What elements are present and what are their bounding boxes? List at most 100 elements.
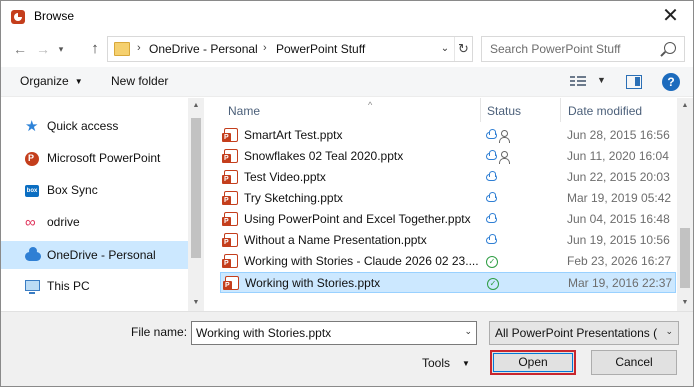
sidebar-item-label: Microsoft PowerPoint <box>47 151 161 165</box>
cloud-icon <box>486 150 497 160</box>
address-dropdown-chevron-icon[interactable]: ⌄ <box>438 40 452 58</box>
cancel-button[interactable]: Cancel <box>591 350 677 375</box>
column-header-status[interactable]: Status <box>487 104 521 118</box>
file-name: SmartArt Test.pptx <box>244 128 343 142</box>
file-name-input[interactable] <box>192 322 454 344</box>
sidebar-item-microsoft-powerpoint[interactable]: Microsoft PowerPoint <box>1 144 188 172</box>
command-toolbar: Organize ▼ New folder ▼ ? <box>1 67 693 97</box>
file-date: Jun 22, 2015 20:03 <box>567 170 670 184</box>
file-date: Mar 19, 2016 22:37 <box>568 276 673 290</box>
caret-down-icon: ▼ <box>462 359 470 368</box>
file-row[interactable]: Without a Name Presentation.pptx Jun 19,… <box>220 230 676 251</box>
back-arrow-icon[interactable]: ← <box>10 38 30 60</box>
pptx-file-icon <box>222 149 238 163</box>
breadcrumb-chevron-icon[interactable]: › <box>137 42 141 54</box>
chevron-down-icon[interactable]: ⌄ <box>464 326 472 337</box>
file-name: Test Video.pptx <box>244 170 326 184</box>
preview-pane-icon[interactable] <box>626 75 642 89</box>
file-list: Name ^ Status Date modified SmartArt Test… <box>206 98 676 311</box>
scrollbar-thumb[interactable] <box>680 228 690 288</box>
file-type-select[interactable]: All PowerPoint Presentations (* ⌄ <box>489 321 679 345</box>
close-button[interactable]: ✕ <box>648 1 693 33</box>
file-date: Jun 19, 2015 10:56 <box>567 233 670 247</box>
file-row[interactable]: Working with Stories - Claude 2026 02 23… <box>220 251 676 272</box>
search-icon[interactable] <box>664 42 676 54</box>
column-divider[interactable] <box>480 98 481 122</box>
file-row[interactable]: Snowflakes 02 Teal 2020.pptx Jun 11, 202… <box>220 146 676 167</box>
status-synced: ✓ <box>486 255 516 269</box>
new-folder-button[interactable]: New folder <box>111 74 168 88</box>
powerpoint-icon <box>25 152 39 166</box>
sidebar-item-label: Quick access <box>47 119 119 133</box>
onedrive-cloud-icon <box>25 247 41 261</box>
column-header-name[interactable]: Name ^ <box>228 100 372 118</box>
pptx-file-icon <box>222 170 238 184</box>
quick-access-star-icon: ★ <box>25 118 39 135</box>
sidebar-item-label: odrive <box>47 215 80 229</box>
sidebar-item-onedrive-personal[interactable]: OneDrive - Personal <box>1 241 188 269</box>
status-cloud <box>486 171 516 185</box>
help-icon[interactable]: ? <box>662 73 680 91</box>
breadcrumb-powerpoint-stuff[interactable]: PowerPoint Stuff <box>276 42 365 56</box>
file-type-value: All PowerPoint Presentations (* <box>495 326 657 340</box>
sidebar-item-label: This PC <box>47 279 90 293</box>
status-cloud <box>486 213 516 227</box>
status-cloud <box>486 234 516 248</box>
scroll-up-arrow-icon[interactable]: ▲ <box>677 98 693 114</box>
recent-locations-chevron-icon[interactable]: ▾ <box>54 38 68 60</box>
file-date: Jun 04, 2015 16:48 <box>567 212 670 226</box>
file-row[interactable]: Try Sketching.pptx Mar 19, 2019 05:42 <box>220 188 676 209</box>
organize-menu-button[interactable]: Organize ▼ <box>20 74 83 88</box>
file-row[interactable]: Using PowerPoint and Excel Together.pptx… <box>220 209 676 230</box>
status-cloud <box>486 192 516 206</box>
file-name: Without a Name Presentation.pptx <box>244 233 427 247</box>
sidebar-scrollbar[interactable]: ▲ ▼ <box>188 98 204 311</box>
file-row[interactable]: Test Video.pptx Jun 22, 2015 20:03 <box>220 167 676 188</box>
title-bar: Browse ✕ <box>1 1 693 33</box>
sort-ascending-icon: ^ <box>368 100 373 110</box>
address-bar[interactable]: › OneDrive - Personal › PowerPoint Stuff… <box>107 36 473 62</box>
pptx-file-icon <box>223 276 239 290</box>
pptx-file-icon <box>222 191 238 205</box>
up-folder-arrow-icon[interactable]: ↑ <box>85 38 105 60</box>
synced-check-icon: ✓ <box>486 256 498 268</box>
column-header-date-modified[interactable]: Date modified <box>568 104 642 118</box>
sidebar-item-quick-access[interactable]: ★ Quick access <box>1 112 188 140</box>
synced-check-icon: ✓ <box>487 278 499 290</box>
file-name-combobox[interactable]: ⌄ <box>191 321 477 345</box>
search-box[interactable] <box>481 36 685 62</box>
open-button[interactable]: Open <box>490 350 576 375</box>
file-row[interactable]: SmartArt Test.pptx Jun 28, 2015 16:56 <box>220 125 676 146</box>
scrollbar-thumb[interactable] <box>191 118 201 258</box>
file-list-scrollbar[interactable]: ▲ ▼ <box>677 98 693 311</box>
sidebar-item-this-pc[interactable]: This PC <box>1 272 188 300</box>
column-divider[interactable] <box>560 98 561 122</box>
organize-label: Organize <box>20 74 69 88</box>
cloud-icon <box>486 213 497 223</box>
forward-arrow-icon[interactable]: → <box>33 38 53 60</box>
refresh-icon[interactable]: ↻ <box>454 37 472 61</box>
breadcrumb-onedrive[interactable]: OneDrive - Personal <box>149 42 258 56</box>
file-row-selected[interactable]: Working with Stories.pptx ✓ Mar 19, 2016… <box>220 272 676 293</box>
change-view-button[interactable]: ▼ <box>570 74 606 90</box>
breadcrumb-chevron-icon[interactable]: › <box>263 42 267 54</box>
file-date: Feb 23, 2026 16:27 <box>567 254 672 268</box>
chevron-down-icon[interactable]: ⌄ <box>665 326 673 337</box>
scroll-down-arrow-icon[interactable]: ▼ <box>188 295 204 311</box>
status-synced: ✓ <box>487 277 517 291</box>
shared-person-icon <box>499 151 510 164</box>
sidebar-item-odrive[interactable]: ∞ odrive <box>1 208 188 236</box>
tools-menu-button[interactable]: Tools ▼ <box>422 356 470 370</box>
scroll-up-arrow-icon[interactable]: ▲ <box>188 98 204 114</box>
column-header-name-label: Name <box>228 104 261 118</box>
sidebar-item-box-sync[interactable]: box Box Sync <box>1 176 188 204</box>
details-view-icon <box>570 76 586 88</box>
scroll-down-arrow-icon[interactable]: ▼ <box>677 295 693 311</box>
sidebar-item-label: Box Sync <box>47 183 98 197</box>
caret-down-icon: ▼ <box>597 75 606 85</box>
search-input[interactable] <box>482 37 656 61</box>
pptx-file-icon <box>222 128 238 142</box>
file-name: Using PowerPoint and Excel Together.pptx <box>244 212 471 226</box>
powerpoint-app-icon <box>11 10 25 24</box>
cloud-icon <box>486 129 497 139</box>
